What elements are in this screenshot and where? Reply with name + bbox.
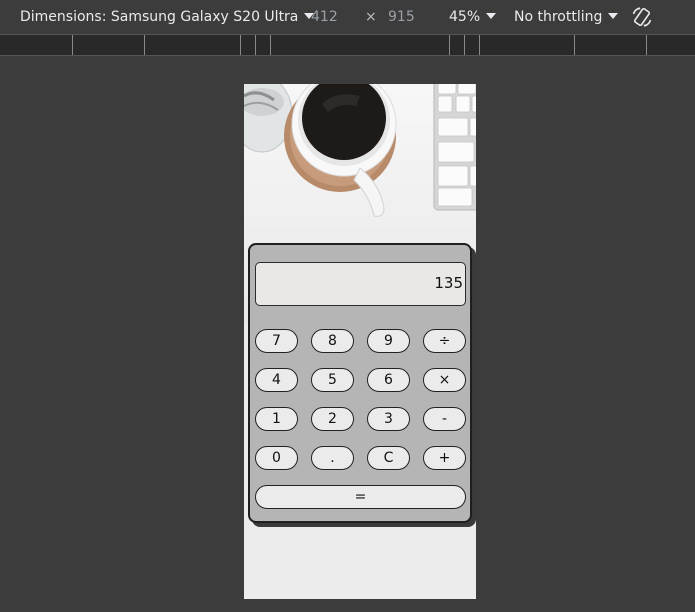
ruler-tick (464, 35, 465, 55)
calculator-display: 135 (255, 262, 466, 306)
ruler-tick (144, 35, 145, 55)
rotate-icon[interactable] (630, 5, 654, 34)
ruler-tick (270, 35, 271, 55)
height-input[interactable]: 915 (388, 8, 415, 26)
dimension-separator: × (365, 9, 377, 25)
key-add[interactable]: + (423, 446, 466, 470)
chevron-down-icon (486, 13, 497, 19)
media-query-ruler[interactable] (0, 34, 695, 56)
key-clear[interactable]: C (367, 446, 410, 470)
ruler-tick (72, 35, 73, 55)
ruler-tick (574, 35, 575, 55)
key-subtract[interactable]: - (423, 407, 466, 431)
key-4[interactable]: 4 (255, 368, 298, 392)
ruler-tick (479, 35, 480, 55)
key-3[interactable]: 3 (367, 407, 410, 431)
ruler-tick (646, 35, 647, 55)
zoom-dropdown[interactable]: 45% (449, 8, 497, 26)
key-decimal[interactable]: . (311, 446, 354, 470)
key-divide[interactable]: ÷ (423, 329, 466, 353)
zoom-label: 45% (449, 9, 481, 25)
chevron-down-icon (608, 13, 619, 19)
calculator: 135 7 8 9 ÷ 4 5 6 × 1 2 3 - 0 . C + = (248, 243, 472, 523)
key-8[interactable]: 8 (311, 329, 354, 353)
key-2[interactable]: 2 (311, 407, 354, 431)
ruler-tick (255, 35, 256, 55)
throttling-dropdown[interactable]: No throttling (514, 8, 619, 26)
device-dimensions-dropdown[interactable]: Dimensions: Samsung Galaxy S20 Ultra (20, 8, 315, 26)
device-viewport: 135 7 8 9 ÷ 4 5 6 × 1 2 3 - 0 . C + = (244, 84, 476, 599)
ruler-tick (240, 35, 241, 55)
device-dimensions-label: Dimensions: Samsung Galaxy S20 Ultra (20, 9, 299, 25)
ruler-tick (449, 35, 450, 55)
throttling-label: No throttling (514, 9, 603, 25)
key-0[interactable]: 0 (255, 446, 298, 470)
key-9[interactable]: 9 (367, 329, 410, 353)
key-equals[interactable]: = (255, 485, 466, 509)
key-6[interactable]: 6 (367, 368, 410, 392)
key-1[interactable]: 1 (255, 407, 298, 431)
device-toolbar: Dimensions: Samsung Galaxy S20 Ultra 412… (0, 0, 695, 34)
key-multiply[interactable]: × (423, 368, 466, 392)
key-5[interactable]: 5 (311, 368, 354, 392)
width-input[interactable]: 412 (311, 8, 338, 26)
key-7[interactable]: 7 (255, 329, 298, 353)
